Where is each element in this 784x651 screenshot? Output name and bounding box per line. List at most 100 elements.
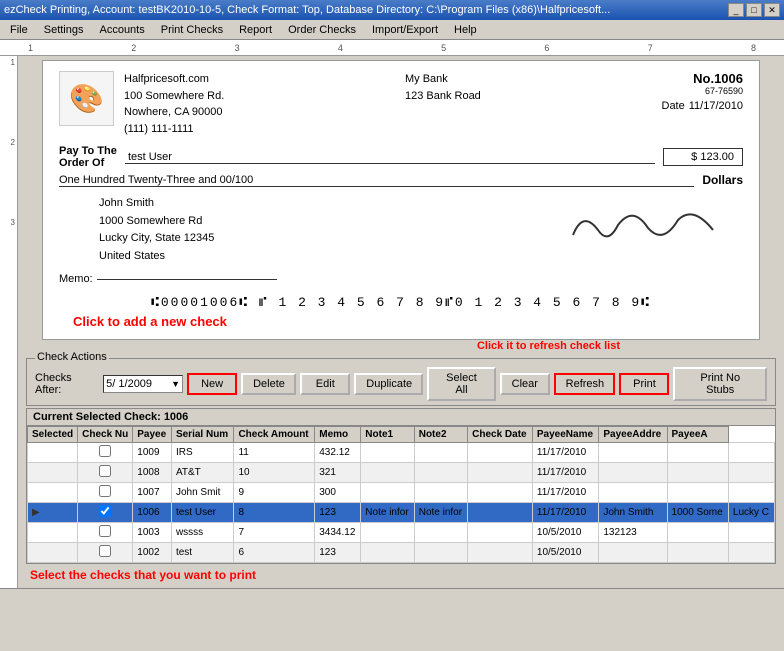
cell-serial: 8 [234, 503, 315, 523]
row-checkbox[interactable] [99, 465, 111, 477]
date-value: 11/17/2010 [689, 100, 743, 112]
written-amount-line: One Hundred Twenty-Three and 00/100 Doll… [59, 173, 743, 187]
cell-note2 [468, 463, 533, 483]
cell-payee: IRS [171, 443, 233, 463]
cell-payee-name [599, 443, 667, 463]
date-dropdown-arrow[interactable]: ▼ [169, 379, 182, 389]
company-name: Halfpricesoft.com [124, 71, 224, 88]
date-label: Date [662, 100, 685, 112]
payee-name: test User [128, 151, 172, 163]
checkbox-cell[interactable] [78, 523, 133, 543]
row-checkbox[interactable] [99, 505, 111, 517]
dollars-label: Dollars [702, 173, 743, 187]
cell-payee-a [728, 443, 774, 463]
cell-payee-addr [667, 463, 728, 483]
checkbox-cell[interactable] [78, 463, 133, 483]
refresh-annotation-container: Click it to refresh check list [22, 340, 780, 356]
cell-payee-name [599, 543, 667, 563]
company-text: Halfpricesoft.com 100 Somewhere Rd. Nowh… [124, 71, 224, 137]
company-phone: (111) 111-1111 [124, 121, 224, 138]
cell-note2 [468, 503, 533, 523]
pay-to-line: Pay To TheOrder Of test User $ 123.00 [59, 145, 743, 169]
micr-line: ⑆00001006⑆ ⑈ 1 2 3 4 5 6 7 8 9⑈0 1 2 3 4… [59, 295, 743, 310]
bank-info: My Bank 123 Bank Road [405, 71, 481, 137]
payee-addr2: 1000 Somewhere Rd [99, 213, 214, 231]
check-header: 🎨 Halfpricesoft.com 100 Somewhere Rd. No… [59, 71, 743, 137]
cell-note1 [414, 483, 467, 503]
maximize-button[interactable]: □ [746, 3, 762, 17]
cell-payee-name [599, 483, 667, 503]
memo-label: Memo: [59, 273, 93, 285]
cell-payee-a [728, 523, 774, 543]
amount-box: $ 123.00 [663, 148, 743, 166]
cell-check-num: 1002 [133, 543, 172, 563]
menu-order-checks[interactable]: Order Checks [280, 22, 364, 38]
edit-button[interactable]: Edit [300, 373, 350, 395]
refresh-button[interactable]: Refresh [554, 373, 616, 395]
menu-bar: File Settings Accounts Print Checks Repo… [0, 20, 784, 40]
cell-check-num: 1003 [133, 523, 172, 543]
minimize-button[interactable]: _ [728, 3, 744, 17]
menu-settings[interactable]: Settings [36, 22, 92, 38]
check-actions-row: Checks After: ▼ New Delete Edit Duplicat… [35, 367, 767, 401]
status-bar [0, 588, 784, 606]
checkbox-cell[interactable] [78, 543, 133, 563]
row-indicator [28, 463, 78, 483]
table-scroll-area[interactable]: Selected Check Nu Payee Serial Num Check… [27, 426, 775, 563]
print-button[interactable]: Print [619, 373, 669, 395]
checks-table: Selected Check Nu Payee Serial Num Check… [27, 426, 775, 563]
checkbox-cell[interactable] [78, 503, 133, 523]
row-checkbox[interactable] [99, 485, 111, 497]
title-bar-text: ezCheck Printing, Account: testBK2010-10… [4, 4, 610, 16]
menu-report[interactable]: Report [231, 22, 280, 38]
table-row: 1008 AT&T 10 321 11/17/2010 [28, 463, 775, 483]
ruler: 1 2 3 4 5 6 7 8 [0, 40, 784, 56]
written-amount: One Hundred Twenty-Three and 00/100 [59, 174, 694, 187]
checkbox-cell[interactable] [78, 443, 133, 463]
payee-addr3: Lucky City, State 12345 [99, 230, 214, 248]
cell-payee: test [171, 543, 233, 563]
cell-memo [361, 443, 414, 463]
row-checkbox[interactable] [99, 545, 111, 557]
bank-address: 123 Bank Road [405, 88, 481, 105]
table-body: 1009 IRS 11 432.12 11/17/2010 1008 AT&T … [28, 443, 775, 563]
new-button[interactable]: New [187, 373, 237, 395]
cell-serial: 11 [234, 443, 315, 463]
cell-date: 10/5/2010 [532, 523, 598, 543]
cell-note1 [414, 463, 467, 483]
cell-payee-a [728, 463, 774, 483]
menu-accounts[interactable]: Accounts [91, 22, 152, 38]
cell-note1: Note infor [414, 503, 467, 523]
delete-button[interactable]: Delete [241, 373, 296, 395]
select-all-button[interactable]: Select All [427, 367, 495, 401]
close-button[interactable]: ✕ [764, 3, 780, 17]
cell-date: 11/17/2010 [532, 463, 598, 483]
checks-after-input[interactable] [104, 376, 169, 392]
cell-check-num: 1007 [133, 483, 172, 503]
memo-underline [97, 279, 277, 280]
cell-serial: 7 [234, 523, 315, 543]
cell-amount: 3434.12 [315, 523, 361, 543]
col-memo: Memo [315, 427, 361, 443]
row-checkbox[interactable] [99, 445, 111, 457]
cell-note2 [468, 523, 533, 543]
row-indicator [28, 443, 78, 463]
row-checkbox[interactable] [99, 525, 111, 537]
frame-label: Check Actions [35, 351, 109, 363]
print-no-stubs-button[interactable]: Print No Stubs [673, 367, 767, 401]
check-actions-frame: Check Actions Checks After: ▼ New Delete… [26, 358, 776, 406]
clear-button[interactable]: Clear [500, 373, 550, 395]
menu-print-checks[interactable]: Print Checks [153, 22, 231, 38]
table-row: 1007 John Smit 9 300 11/17/2010 [28, 483, 775, 503]
menu-import-export[interactable]: Import/Export [364, 22, 446, 38]
col-serial: Serial Num [171, 427, 233, 443]
bottom-annotation: Select the checks that you want to print [22, 566, 780, 584]
company-info: 🎨 Halfpricesoft.com 100 Somewhere Rd. No… [59, 71, 224, 137]
signature-svg [563, 200, 723, 250]
menu-file[interactable]: File [2, 22, 36, 38]
cell-payee-a [728, 543, 774, 563]
menu-help[interactable]: Help [446, 22, 485, 38]
checkbox-cell[interactable] [78, 483, 133, 503]
duplicate-button[interactable]: Duplicate [354, 373, 423, 395]
header-row: Selected Check Nu Payee Serial Num Check… [28, 427, 775, 443]
